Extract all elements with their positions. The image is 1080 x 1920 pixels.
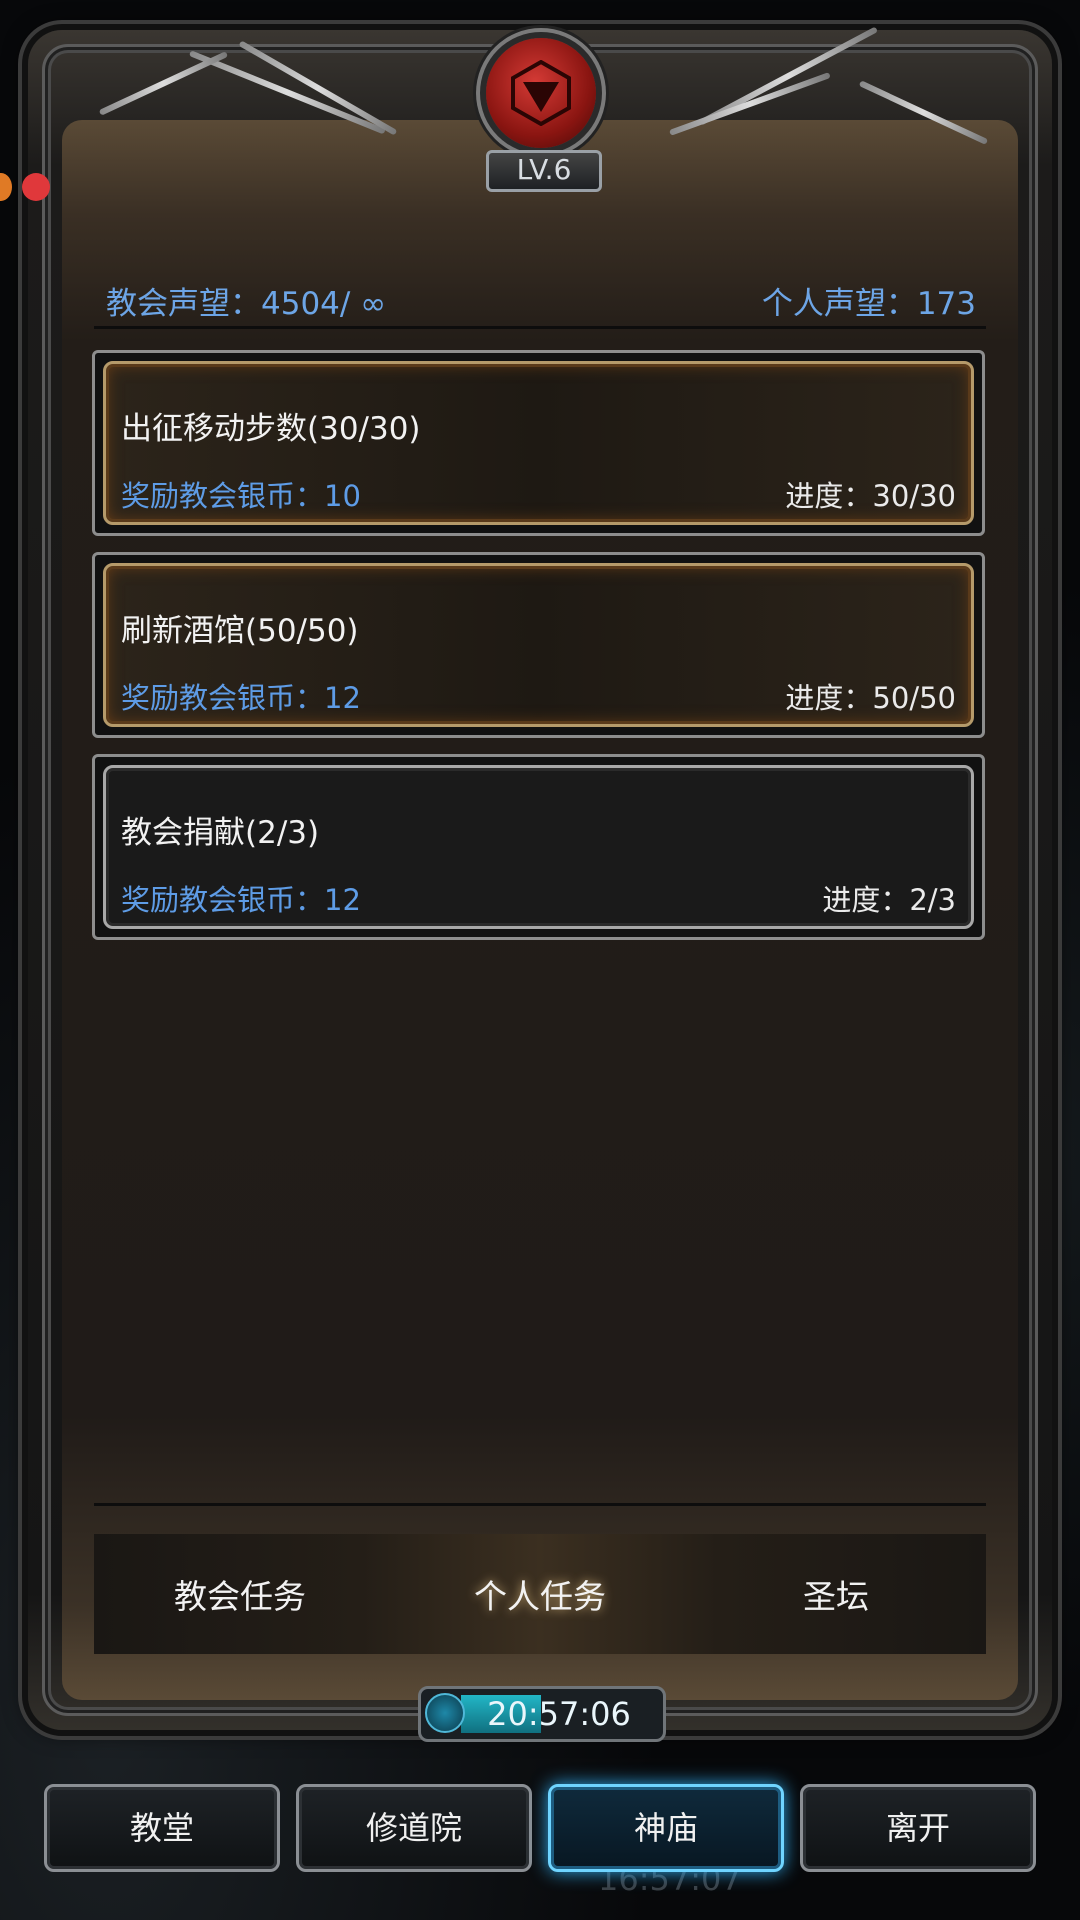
nav-button-monastery[interactable]: 修道院 (296, 1784, 532, 1872)
nav-button-church[interactable]: 教堂 (44, 1784, 280, 1872)
countdown-timer: 20:57:06 (418, 1686, 666, 1742)
task-title: 出征移动步数(30/30) (121, 411, 421, 447)
task-tab-bar: 教会任务 个人任务 圣坛 (94, 1534, 986, 1654)
task-title: 教会捐献(2/3) (121, 815, 320, 851)
level-badge: LV.6 (486, 150, 602, 192)
task-progress: 进度：30/30 (785, 479, 956, 513)
church-reputation: 教会声望：4504/ ∞ (106, 286, 387, 322)
notification-dot[interactable] (22, 173, 50, 201)
task-card[interactable]: 刷新酒馆(50/50) 奖励教会银币：12 进度：50/50 (92, 552, 985, 738)
frame-ornament-right (660, 20, 1040, 150)
clock-icon (425, 1693, 465, 1733)
divider-top (94, 326, 986, 329)
task-card[interactable]: 教会捐献(2/3) 奖励教会银币：12 进度：2/3 (92, 754, 985, 940)
divider-bottom (94, 1503, 986, 1506)
frame-ornament-left (40, 20, 420, 150)
task-progress: 进度：2/3 (822, 883, 956, 917)
task-title: 刷新酒馆(50/50) (121, 613, 359, 649)
temple-emblem-icon (486, 38, 596, 148)
tab-altar[interactable]: 圣坛 (686, 1570, 986, 1618)
task-reward: 奖励教会银币：12 (121, 883, 361, 917)
personal-reputation: 个人声望：173 (761, 286, 976, 322)
nav-button-temple[interactable]: 神庙 (548, 1784, 784, 1872)
timer-text: 20:57:06 (487, 1695, 631, 1733)
task-progress: 进度：50/50 (785, 681, 956, 715)
nav-button-leave[interactable]: 离开 (800, 1784, 1036, 1872)
reputation-stats: 教会声望：4504/ ∞ 个人声望：173 (106, 278, 976, 322)
task-card[interactable]: 出征移动步数(30/30) 奖励教会银币：10 进度：30/30 (92, 350, 985, 536)
task-reward: 奖励教会银币：12 (121, 681, 361, 715)
tab-personal-tasks[interactable]: 个人任务 (390, 1570, 690, 1618)
task-reward: 奖励教会银币：10 (121, 479, 361, 513)
tab-church-tasks[interactable]: 教会任务 (90, 1570, 390, 1618)
